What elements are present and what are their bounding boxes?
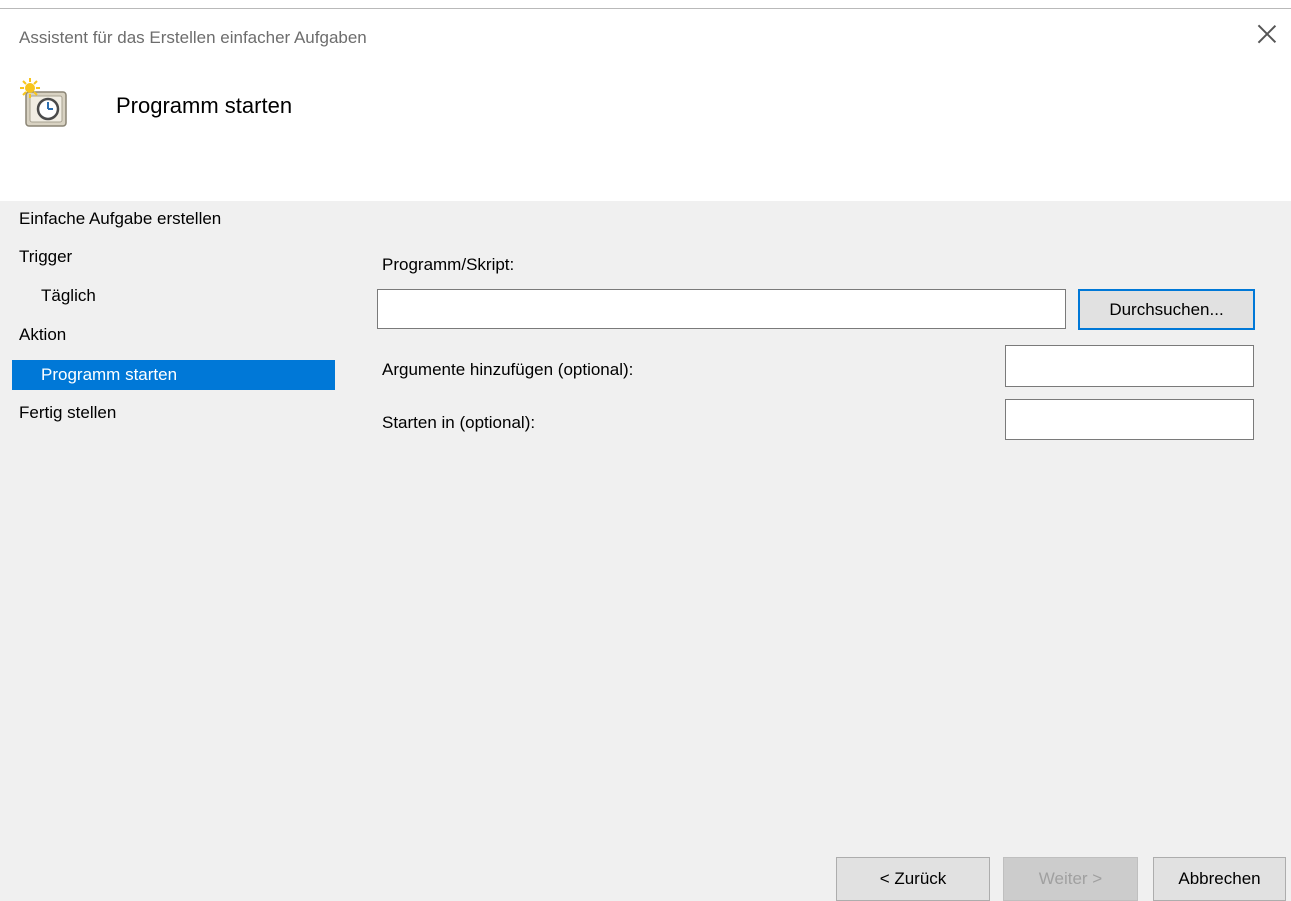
nav-item-start-program-label: Programm starten [41, 365, 178, 384]
window-top-border [0, 8, 1291, 9]
nav-item-finish: Fertig stellen [19, 403, 117, 422]
arguments-label: Argumente hinzufügen (optional): [382, 360, 634, 379]
nav-item-create-task: Einfache Aufgabe erstellen [19, 209, 222, 228]
start-in-label: Starten in (optional): [382, 413, 536, 432]
cancel-button[interactable]: Abbrechen [1153, 857, 1286, 901]
nav-item-daily: Täglich [41, 286, 96, 305]
browse-button[interactable]: Durchsuchen... [1078, 289, 1255, 330]
page-title: Programm starten [116, 93, 293, 118]
wizard-content: Einfache Aufgabe erstellen Trigger Tägli… [0, 201, 1291, 901]
nav-item-action: Aktion [19, 325, 67, 344]
program-script-input[interactable] [377, 289, 1066, 329]
start-in-input[interactable] [1005, 399, 1254, 440]
back-button[interactable]: < Zurück [836, 857, 990, 901]
nav-item-start-program: Programm starten [12, 360, 335, 390]
program-script-label: Programm/Skript: [382, 255, 515, 274]
arguments-input[interactable] [1005, 345, 1254, 387]
close-icon[interactable] [1255, 22, 1279, 46]
scheduled-task-clock-icon [19, 78, 75, 134]
window-title: Assistent für das Erstellen einfacher Au… [19, 28, 367, 47]
next-button[interactable]: Weiter > [1003, 857, 1138, 901]
nav-item-trigger: Trigger [19, 247, 73, 266]
